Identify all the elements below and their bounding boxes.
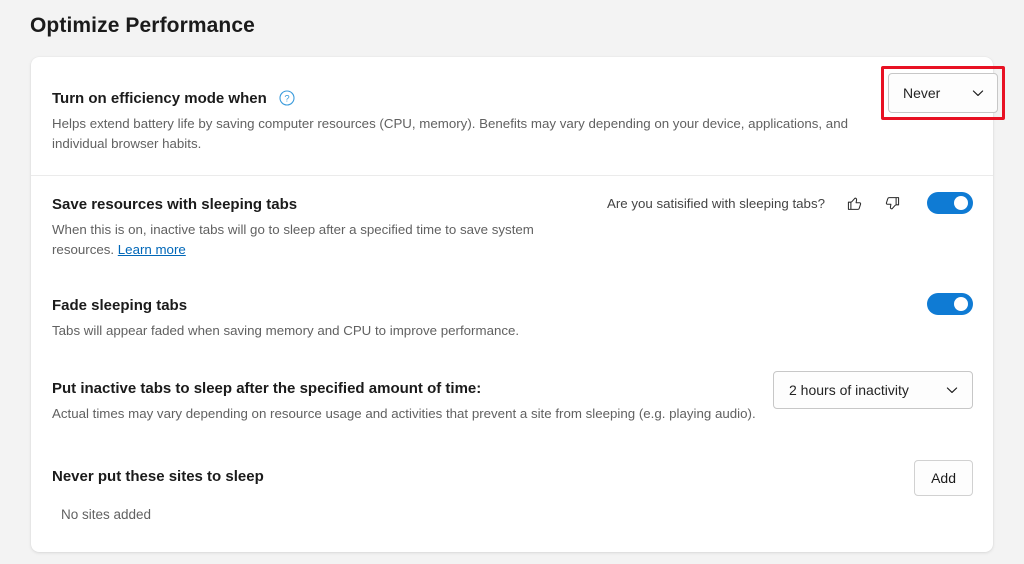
inactive-timeout-dropdown[interactable]: 2 hours of inactivity — [773, 371, 973, 409]
setting-row-sleeping-tabs: Save resources with sleeping tabs When t… — [31, 176, 993, 279]
fade-sleeping-tabs-toggle[interactable] — [927, 293, 973, 315]
never-sleep-sites-title: Never put these sites to sleep — [52, 468, 264, 486]
feedback-question: Are you satisified with sleeping tabs? — [606, 195, 825, 211]
toggle-knob — [954, 196, 968, 210]
settings-card: Turn on efficiency mode when ? Helps ext… — [31, 57, 993, 552]
inactive-timeout-dropdown-value: 2 hours of inactivity — [789, 382, 909, 398]
toggle-knob — [954, 297, 968, 311]
efficiency-mode-dropdown[interactable]: Never — [888, 73, 998, 113]
optimize-performance-page: Optimize Performance Turn on efficiency … — [0, 0, 1024, 564]
setting-row-never-sleep-sites: Never put these sites to sleep Add No si… — [31, 446, 993, 522]
setting-row-inactive-timeout: Put inactive tabs to sleep after the spe… — [31, 360, 993, 446]
efficiency-mode-title: Turn on efficiency mode when — [52, 90, 267, 108]
efficiency-mode-description: Helps extend battery life by saving comp… — [52, 116, 848, 151]
sleeping-tabs-description: When this is on, inactive tabs will go t… — [52, 220, 582, 260]
efficiency-mode-dropdown-value: Never — [903, 85, 941, 101]
sleeping-tabs-toggle[interactable] — [927, 192, 973, 214]
page-title: Optimize Performance — [30, 14, 255, 37]
svg-text:?: ? — [285, 93, 290, 104]
never-sleep-sites-empty-state: No sites added — [61, 507, 152, 522]
learn-more-link[interactable]: Learn more — [118, 242, 186, 257]
thumbs-down-icon[interactable] — [879, 190, 905, 216]
fade-sleeping-tabs-description: Tabs will appear faded when saving memor… — [52, 323, 520, 338]
sleeping-tabs-feedback: Are you satisified with sleeping tabs? — [607, 190, 973, 216]
setting-row-fade-sleeping-tabs: Fade sleeping tabs Tabs will appear fade… — [31, 279, 993, 360]
inactive-timeout-description: Actual times may vary depending on resou… — [52, 406, 756, 421]
sleeping-tabs-title: Save resources with sleeping tabs — [52, 196, 298, 214]
inactive-timeout-title: Put inactive tabs to sleep after the spe… — [52, 380, 482, 398]
chevron-down-icon — [945, 383, 959, 397]
thumbs-up-icon[interactable] — [841, 190, 867, 216]
add-site-button[interactable]: Add — [914, 460, 973, 496]
chevron-down-icon — [971, 86, 985, 100]
fade-sleeping-tabs-title: Fade sleeping tabs — [52, 297, 188, 315]
setting-row-efficiency-mode: Turn on efficiency mode when ? Helps ext… — [31, 57, 993, 175]
question-circle-icon[interactable]: ? — [279, 90, 295, 106]
